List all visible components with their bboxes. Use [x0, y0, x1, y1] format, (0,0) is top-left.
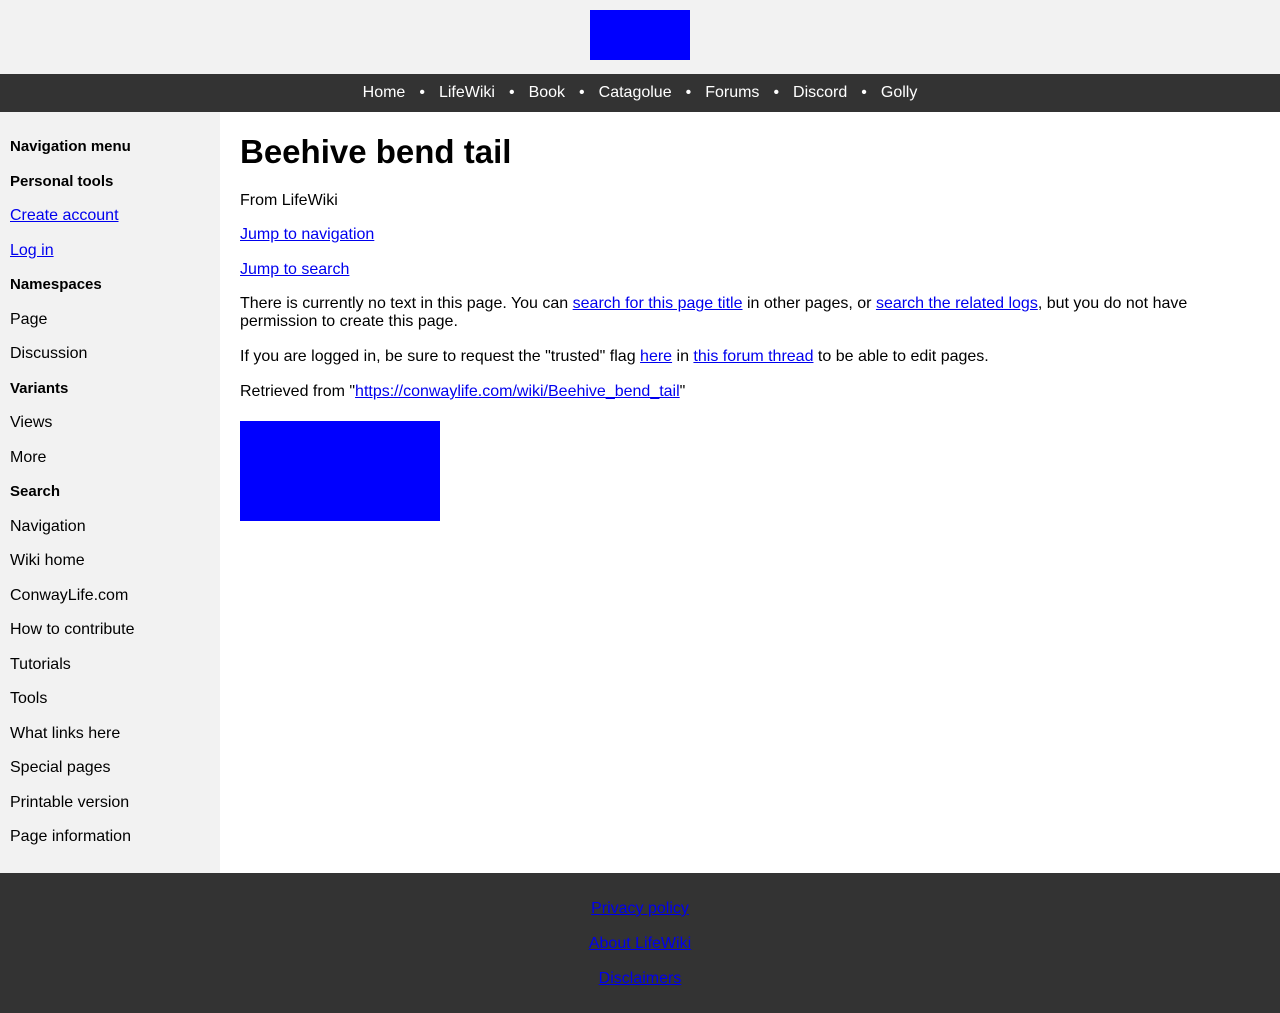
nav-separator: •: [508, 84, 515, 101]
sidebar-item-page[interactable]: Page: [10, 310, 210, 345]
page-title: Beehive bend tail: [240, 133, 512, 170]
nav-book-link[interactable]: Book: [529, 84, 565, 102]
from-lifewiki: From LifeWiki: [240, 192, 338, 209]
sidebar-item-wiki-home[interactable]: Wiki home: [10, 551, 210, 586]
top-banner: [0, 0, 1280, 74]
nav-catagolue-link[interactable]: Catagolue: [599, 84, 672, 102]
sidebar-item-what-links-here[interactable]: What links here: [10, 724, 210, 759]
nav-discord-link[interactable]: Discord: [793, 84, 847, 102]
retrieved-url-link[interactable]: https://conwaylife.com/wiki/Beehive_bend…: [355, 383, 680, 400]
site-logo[interactable]: [590, 10, 690, 60]
footer: Privacy policy About LifeWiki Disclaimer…: [0, 873, 1280, 1013]
placeholder-image: [240, 421, 440, 521]
jump-to-navigation-link[interactable]: Jump to navigation: [240, 226, 374, 243]
sidebar-heading-search: Search: [10, 483, 61, 500]
sidebar-item-conwaylife[interactable]: ConwayLife.com: [10, 586, 210, 621]
nav-separator: •: [579, 84, 585, 101]
sidebar-heading-namespaces: Namespaces: [10, 276, 102, 293]
forum-thread-link[interactable]: this forum thread: [693, 348, 813, 365]
sidebar-item-views[interactable]: Views: [10, 413, 210, 448]
nav-separator: •: [773, 84, 780, 101]
nav-separator: •: [861, 84, 867, 101]
about-lifewiki-link[interactable]: About LifeWiki: [589, 934, 691, 954]
sidebar-item-discussion[interactable]: Discussion: [10, 344, 210, 379]
disclaimers-link[interactable]: Disclaimers: [599, 969, 682, 989]
privacy-policy-link[interactable]: Privacy policy: [591, 899, 689, 919]
nav-lifewiki-link[interactable]: LifeWiki: [439, 84, 495, 102]
sidebar-item-how-to-contribute[interactable]: How to contribute: [10, 620, 210, 655]
top-navigation: Home • LifeWiki • Book • Catagolue • For…: [0, 74, 1280, 112]
sidebar: Navigation menu Personal tools Create ac…: [0, 112, 220, 873]
nav-separator: •: [685, 84, 692, 101]
trusted-flag-message: If you are logged in, be sure to request…: [240, 348, 989, 365]
search-page-title-link[interactable]: search for this page title: [573, 295, 743, 312]
jump-to-search-link[interactable]: Jump to search: [240, 261, 349, 278]
search-related-logs-link[interactable]: search the related logs: [876, 295, 1038, 312]
nav-separator: •: [419, 84, 425, 101]
main-content: Beehive bend tail From LifeWiki Jump to …: [220, 112, 1280, 873]
retrieved-from: Retrieved from "https://conwaylife.com/w…: [240, 383, 686, 400]
nav-golly-link[interactable]: Golly: [881, 84, 917, 102]
sidebar-heading-variants: Variants: [10, 379, 69, 397]
sidebar-item-page-information[interactable]: Page information: [10, 827, 210, 862]
trusted-here-link[interactable]: here: [640, 348, 672, 365]
log-in-link[interactable]: Log in: [10, 242, 54, 259]
nav-forums-link[interactable]: Forums: [705, 84, 759, 102]
sidebar-heading-personal-tools: Personal tools: [10, 172, 114, 190]
sidebar-item-printable-version[interactable]: Printable version: [10, 793, 210, 828]
no-text-message: There is currently no text in this page.…: [240, 295, 1188, 330]
sidebar-heading-navigation-menu: Navigation menu: [10, 138, 131, 155]
sidebar-item-more[interactable]: More: [10, 448, 210, 483]
sidebar-item-special-pages[interactable]: Special pages: [10, 758, 210, 793]
sidebar-item-tools[interactable]: Tools: [10, 689, 210, 724]
sidebar-item-navigation[interactable]: Navigation: [10, 517, 210, 552]
sidebar-item-tutorials[interactable]: Tutorials: [10, 655, 210, 690]
create-account-link[interactable]: Create account: [10, 207, 119, 224]
nav-home-link[interactable]: Home: [363, 84, 406, 102]
